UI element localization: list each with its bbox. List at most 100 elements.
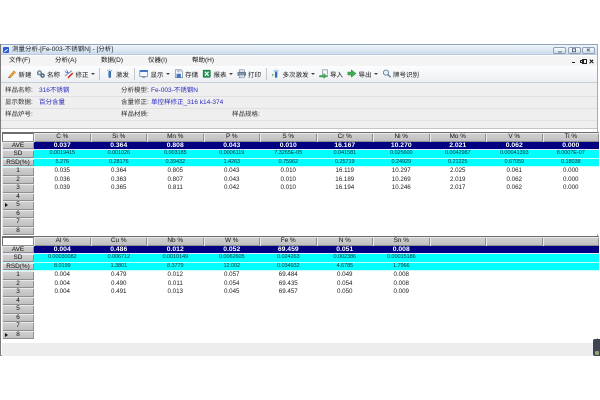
table-cell[interactable]: 0.811: [147, 184, 204, 193]
column-header[interactable]: Mn %: [147, 133, 204, 142]
table-cell[interactable]: 0.041581: [317, 150, 374, 158]
table-cell[interactable]: 0.043: [204, 167, 261, 176]
table-cell[interactable]: 0.039: [34, 184, 91, 193]
table-cell[interactable]: 0.010: [260, 142, 317, 150]
table-cell[interactable]: 0.0062605: [204, 254, 261, 262]
table-cell[interactable]: 16.189: [317, 176, 374, 185]
row-header[interactable]: 1: [2, 271, 34, 280]
column-header[interactable]: Nb %: [147, 237, 204, 246]
grid-corner-cell[interactable]: [2, 133, 34, 142]
column-header[interactable]: Sn %: [373, 237, 430, 246]
row-header[interactable]: 2: [2, 176, 34, 185]
column-header[interactable]: [486, 237, 543, 246]
table-cell[interactable]: 0.008: [373, 246, 430, 254]
table-cell[interactable]: 7.3265E-05: [260, 150, 317, 158]
row-header[interactable]: 5: [2, 201, 34, 210]
dropdown-arrow-icon[interactable]: [374, 73, 378, 75]
column-header[interactable]: [430, 237, 487, 246]
table-cell[interactable]: 0.025600: [373, 150, 430, 158]
table-cell[interactable]: 0.004: [34, 288, 91, 297]
table-cell[interactable]: 0.051: [317, 246, 374, 254]
table-cell[interactable]: 0.364: [91, 167, 148, 176]
table-cell[interactable]: 0.052: [204, 246, 261, 254]
row-header[interactable]: 7: [2, 322, 34, 331]
table-cell[interactable]: 16.194: [317, 184, 374, 193]
toolbar-button-打印[interactable]: 打印: [235, 67, 264, 81]
table-cell[interactable]: 69.459: [260, 246, 317, 254]
table-cell[interactable]: 0.061: [486, 167, 543, 176]
table-cell[interactable]: 0.000: [543, 142, 600, 150]
table-cell[interactable]: 0.004: [34, 246, 91, 254]
table-cell[interactable]: 0.045: [204, 288, 261, 297]
row-header[interactable]: 8: [2, 227, 34, 236]
table-cell[interactable]: 0.010: [260, 176, 317, 185]
grid-corner-cell[interactable]: [2, 237, 34, 246]
window-restore-button[interactable]: [568, 47, 581, 55]
column-header[interactable]: N %: [317, 237, 374, 246]
menu-item-1[interactable]: 分析(A): [55, 56, 77, 66]
table-cell[interactable]: 0.062: [486, 142, 543, 150]
table-cell[interactable]: 0.364: [91, 142, 148, 150]
table-cell[interactable]: 69.457: [260, 288, 317, 297]
toolbar-button-牌号识别[interactable]: 牌号识别: [380, 67, 422, 81]
row-header[interactable]: SD: [2, 150, 34, 158]
toolbar-button-名称[interactable]: 名称: [34, 67, 63, 81]
table-cell[interactable]: 0.043: [204, 142, 261, 150]
table-cell[interactable]: 0.054: [317, 280, 374, 289]
toolbar-button-修正[interactable]: 修正: [62, 67, 97, 81]
table-cell[interactable]: 0.486: [91, 246, 148, 254]
table-cell[interactable]: 0.00041393: [486, 150, 543, 158]
toolbar-button-导出[interactable]: 导出: [345, 67, 380, 81]
row-header[interactable]: 4: [2, 193, 34, 202]
column-header[interactable]: Cu %: [91, 237, 148, 246]
table-cell[interactable]: 0.012: [147, 271, 204, 280]
row-header[interactable]: AVE: [2, 142, 34, 150]
dropdown-arrow-icon[interactable]: [91, 73, 95, 75]
table-cell[interactable]: 0.00015186: [373, 254, 430, 262]
table-cell[interactable]: 0.034932: [260, 263, 317, 271]
table-cell[interactable]: 0.050: [317, 288, 374, 297]
table-cell[interactable]: 0.807: [147, 176, 204, 185]
table-cell[interactable]: 0.049: [317, 271, 374, 280]
table-cell[interactable]: 0.062: [486, 184, 543, 193]
row-header[interactable]: RSD(%): [2, 159, 34, 167]
table-cell[interactable]: 0.000: [543, 167, 600, 176]
table-cell[interactable]: 2.019: [430, 176, 487, 185]
row-header[interactable]: 2: [2, 280, 34, 289]
table-cell[interactable]: 0.024263: [260, 254, 317, 262]
table-cell[interactable]: 5.276: [34, 159, 91, 167]
row-header[interactable]: RSD(%): [2, 263, 34, 271]
table-cell[interactable]: 0.0010149: [147, 254, 204, 262]
table-cell[interactable]: 0.808: [147, 142, 204, 150]
table-cell[interactable]: 0.037: [34, 142, 91, 150]
toolbar-button-报表[interactable]: 报表: [200, 67, 235, 81]
row-header[interactable]: SD: [2, 254, 34, 262]
column-header[interactable]: S %: [260, 133, 317, 142]
column-header[interactable]: Si %: [91, 133, 148, 142]
table-cell[interactable]: 0.000: [543, 184, 600, 193]
table-cell[interactable]: 0.043: [204, 176, 261, 185]
table-cell[interactable]: 1.3801: [91, 263, 148, 271]
table-cell[interactable]: 0.006712: [91, 254, 148, 262]
column-header[interactable]: [543, 237, 600, 246]
table-cell[interactable]: 0.479: [91, 271, 148, 280]
table-cell[interactable]: 0.042: [204, 184, 261, 193]
table-cell[interactable]: 8.3779: [147, 263, 204, 271]
table-cell[interactable]: 0.009: [373, 288, 430, 297]
toolbar-button-新建[interactable]: 新建: [5, 67, 34, 81]
column-header[interactable]: C %: [34, 133, 91, 142]
column-header[interactable]: Fe %: [260, 237, 317, 246]
table-cell[interactable]: 1.7966: [373, 263, 430, 271]
table-cell[interactable]: 0.21225: [430, 159, 487, 167]
table-cell[interactable]: 0.054: [204, 280, 261, 289]
dropdown-arrow-icon[interactable]: [166, 73, 170, 75]
table-cell[interactable]: 10.246: [373, 184, 430, 193]
column-header[interactable]: Mo %: [430, 133, 487, 142]
table-cell[interactable]: 0.0019415: [34, 150, 91, 158]
column-header[interactable]: Ni %: [373, 133, 430, 142]
toolbar-button-显示[interactable]: 显示: [137, 67, 172, 81]
column-header[interactable]: W %: [204, 237, 261, 246]
table-cell[interactable]: 0.0006119: [204, 150, 261, 158]
column-header[interactable]: P %: [204, 133, 261, 142]
table-cell[interactable]: 2.017: [430, 184, 487, 193]
